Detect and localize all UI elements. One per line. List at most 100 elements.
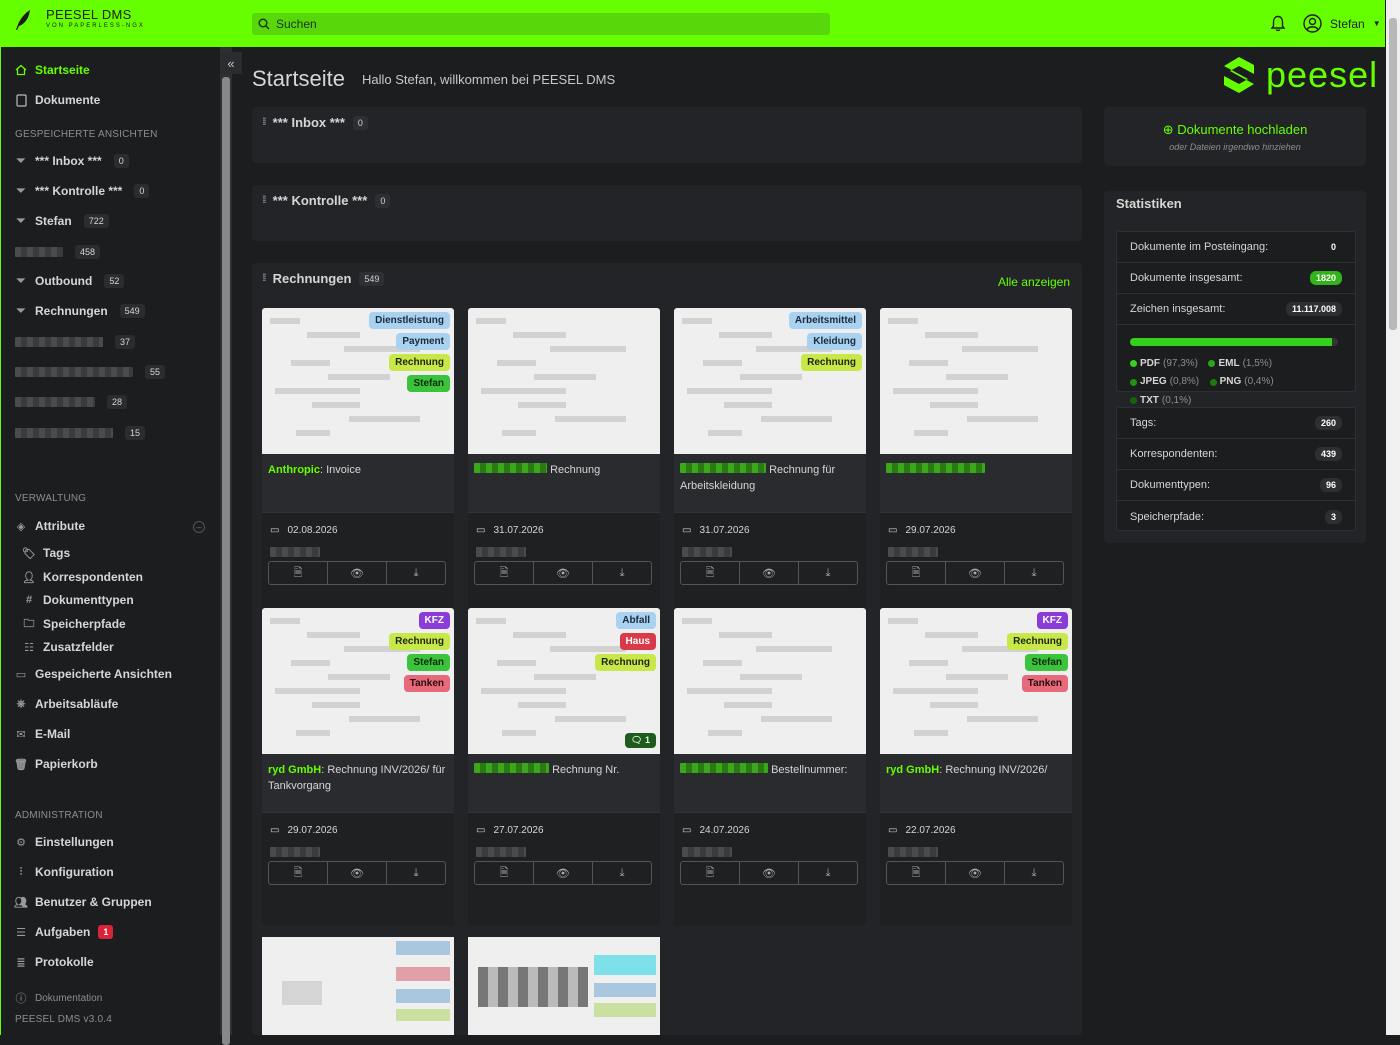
- details-button[interactable]: 🗎: [887, 562, 946, 584]
- download-button[interactable]: ⤓: [593, 862, 651, 884]
- tag-badge[interactable]: Tanken: [403, 675, 450, 692]
- tag-badge[interactable]: Abfall: [616, 612, 656, 629]
- sidebar-item-dokumente[interactable]: Dokumente: [15, 93, 100, 107]
- sidebar-item-korrespondenten[interactable]: 👤︎ Korrespondenten: [22, 570, 143, 584]
- sidebar-item-attribute[interactable]: ◈ Attribute: [15, 519, 85, 533]
- document-card-partial[interactable]: [262, 937, 454, 1035]
- tag-badge[interactable]: Kleidung: [807, 333, 862, 350]
- document-title[interactable]: Anthropic: Invoice: [268, 462, 448, 478]
- preview-button[interactable]: 👁︎: [328, 562, 387, 584]
- details-button[interactable]: 🗎: [475, 562, 534, 584]
- details-button[interactable]: 🗎: [681, 562, 740, 584]
- details-button[interactable]: 🗎: [475, 862, 534, 884]
- user-menu[interactable]: Stefan ▼: [1303, 14, 1381, 33]
- collapse-sidebar-button[interactable]: «: [220, 52, 242, 74]
- tag-badge[interactable]: KFZ: [1036, 612, 1068, 629]
- document-card-partial[interactable]: [468, 937, 660, 1035]
- sidebar-item-stefan[interactable]: ⏷ Stefan 722: [15, 214, 109, 228]
- sidebar-item-arbeitsablaeufe[interactable]: ⎈ Arbeitsabläufe: [15, 697, 119, 711]
- tag-badge[interactable]: Rechnung: [389, 354, 450, 371]
- details-button[interactable]: 🗎: [681, 862, 740, 884]
- sidebar-item-dokumenttypen[interactable]: # Dokumenttypen: [23, 593, 134, 607]
- sidebar-item-startseite[interactable]: Startseite: [15, 63, 90, 77]
- sidebar-item-hidden-view[interactable]: 458: [15, 245, 101, 259]
- download-button[interactable]: ⤓: [387, 862, 445, 884]
- tag-badge[interactable]: Arbeitsmittel: [788, 312, 862, 329]
- stat-correspondents-row[interactable]: Korrespondenten: 439: [1117, 439, 1355, 470]
- sidebar-scrollbar-thumb[interactable]: [222, 77, 230, 1045]
- download-button[interactable]: ⤓: [1005, 862, 1063, 884]
- document-thumbnail[interactable]: KFZ Rechnung Stefan Tanken: [880, 608, 1072, 754]
- document-title[interactable]: Rechnung: [474, 462, 654, 478]
- tag-badge[interactable]: Rechnung: [801, 354, 862, 371]
- details-button[interactable]: 🗎: [887, 862, 946, 884]
- preview-button[interactable]: 👁︎: [740, 562, 799, 584]
- document-card[interactable]: Abfall Haus Rechnung 🗨︎ 1 Rechnung Nr. ▭ 27.0…: [468, 608, 660, 926]
- stat-storagepaths-row[interactable]: Speicherpfade: 3: [1117, 501, 1355, 532]
- drag-handle-icon[interactable]: ⁞⁞: [262, 273, 266, 284]
- document-title[interactable]: [886, 462, 1066, 478]
- filetype-pdf[interactable]: PDF (97,3%): [1130, 355, 1198, 373]
- sidebar-item-hidden-view[interactable]: 37: [15, 335, 136, 349]
- sidebar-item-benutzer-gruppen[interactable]: 👥︎ Benutzer & Gruppen: [14, 895, 152, 909]
- sidebar-item-email[interactable]: ✉ E-Mail: [15, 727, 70, 741]
- download-button[interactable]: ⤓: [387, 562, 445, 584]
- sidebar-item-hidden-view[interactable]: 15: [15, 426, 146, 440]
- filetype-eml[interactable]: EML (1,5%): [1208, 355, 1272, 373]
- document-title[interactable]: ryd GmbH: Rechnung INV/2026/: [886, 762, 1066, 778]
- document-card[interactable]: ▭ 29.07.2026 🗎 👁︎ ⤓: [880, 308, 1072, 626]
- drag-handle-icon[interactable]: ⁞⁞: [262, 195, 266, 206]
- tag-badge[interactable]: Stefan: [407, 375, 450, 392]
- sidebar-item-zusatzfelder[interactable]: ☷ Zusatzfelder: [23, 640, 114, 654]
- tag-badge[interactable]: Payment: [396, 333, 450, 350]
- document-card[interactable]: Arbeitsmittel Kleidung Rechnung Rechnung f…: [674, 308, 866, 626]
- sidebar-item-einstellungen[interactable]: ⚙ Einstellungen: [15, 835, 114, 849]
- document-thumbnail[interactable]: [880, 308, 1072, 454]
- tag-badge[interactable]: Dienstleistung: [369, 312, 450, 329]
- show-all-link[interactable]: Alle anzeigen: [998, 275, 1070, 289]
- page-scrollbar[interactable]: [1386, 0, 1400, 1035]
- preview-button[interactable]: 👁︎: [946, 862, 1005, 884]
- document-title[interactable]: Bestellnummer:: [680, 762, 860, 778]
- details-button[interactable]: 🗎: [269, 562, 328, 584]
- sidebar-item-protokolle[interactable]: ≣ Protokolle: [15, 955, 93, 969]
- document-thumbnail[interactable]: [674, 608, 866, 754]
- upload-button[interactable]: ⊕ Dokumente hochladen: [1104, 122, 1366, 138]
- preview-button[interactable]: 👁︎: [534, 562, 593, 584]
- tag-badge[interactable]: Rechnung: [389, 633, 450, 650]
- preview-button[interactable]: 👁︎: [328, 862, 387, 884]
- filetype-png[interactable]: PNG (0,4%): [1209, 373, 1274, 391]
- document-card[interactable]: Dienstleistung Payment Rechnung Stefan Anthr…: [262, 308, 454, 626]
- tag-badge[interactable]: Rechnung: [595, 654, 656, 671]
- sidebar-item-tags[interactable]: 🏷︎ Tags: [22, 546, 70, 560]
- sidebar-item-dokumentation[interactable]: ⓘ Dokumentation: [15, 992, 103, 1006]
- sidebar-item-aufgaben[interactable]: ☰ Aufgaben 1: [15, 925, 114, 939]
- preview-button[interactable]: 👁︎: [946, 562, 1005, 584]
- document-card[interactable]: KFZ Rechnung Stefan Tanken ryd GmbH: Rechnun…: [880, 608, 1072, 926]
- sidebar-item-hidden-view[interactable]: 28: [15, 395, 128, 409]
- correspondent-name[interactable]: Anthropic: [268, 464, 320, 476]
- tag-badge[interactable]: Rechnung: [1007, 633, 1068, 650]
- sidebar-item-outbound[interactable]: ⏷ Outbound 52: [15, 274, 125, 288]
- tag-badge[interactable]: Haus: [619, 633, 656, 650]
- document-card[interactable]: Rechnung ▭ 31.07.2026 🗎 👁︎ ⤓: [468, 308, 660, 626]
- preview-button[interactable]: 👁︎: [534, 862, 593, 884]
- stat-doctypes-row[interactable]: Dokumenttypen: 96: [1117, 470, 1355, 501]
- details-button[interactable]: 🗎: [269, 862, 328, 884]
- tag-badge[interactable]: Stefan: [1025, 654, 1068, 671]
- drag-handle-icon[interactable]: ⁞⁞: [262, 117, 266, 128]
- stat-total-row[interactable]: Dokumente insgesamt: 1820: [1117, 263, 1355, 294]
- document-thumbnail[interactable]: Arbeitsmittel Kleidung Rechnung: [674, 308, 866, 454]
- sidebar-item-speicherpfade[interactable]: 🗀 Speicherpfade: [23, 617, 126, 631]
- sidebar-item-papierkorb[interactable]: 🗑︎ Papierkorb: [14, 757, 98, 771]
- document-card[interactable]: Bestellnummer: ▭ 24.07.2026 🗎 👁︎ ⤓: [674, 608, 866, 926]
- correspondent-name[interactable]: ryd GmbH: [268, 764, 321, 776]
- download-button[interactable]: ⤓: [593, 562, 651, 584]
- preview-button[interactable]: 👁︎: [740, 862, 799, 884]
- document-thumbnail[interactable]: Dienstleistung Payment Rechnung Stefan: [262, 308, 454, 454]
- document-thumbnail[interactable]: KFZ Rechnung Stefan Tanken: [262, 608, 454, 754]
- correspondent-name[interactable]: ryd GmbH: [886, 764, 939, 776]
- document-card[interactable]: KFZ Rechnung Stefan Tanken ryd GmbH: Rechnun…: [262, 608, 454, 926]
- download-button[interactable]: ⤓: [799, 862, 857, 884]
- tag-badge[interactable]: Stefan: [407, 654, 450, 671]
